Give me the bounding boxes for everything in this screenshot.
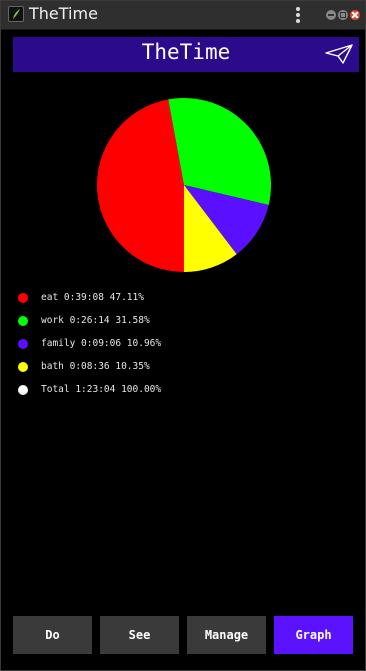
close-button[interactable] (350, 10, 360, 20)
window-title: TheTime (29, 4, 98, 23)
more-options-icon[interactable] (294, 6, 302, 24)
legend-color-dot (18, 385, 28, 395)
legend-color-dot (18, 293, 28, 303)
legend-label: bath 0:08:36 10.35% (41, 361, 150, 372)
title-bar: TheTime (1, 1, 365, 30)
pie-chart (96, 98, 271, 273)
app-window: TheTime TheTime eat 0:39:08 47.11% work 0… (0, 0, 366, 671)
app-icon (8, 6, 24, 22)
nav-button-see[interactable]: See (100, 616, 179, 654)
nav-button-manage[interactable]: Manage (187, 616, 266, 654)
nav-button-do[interactable]: Do (13, 616, 92, 654)
legend-label: eat 0:39:08 47.11% (41, 292, 144, 303)
legend-color-dot (18, 362, 28, 372)
app-header: TheTime (13, 37, 359, 72)
maximize-button[interactable] (338, 10, 348, 20)
send-icon[interactable] (325, 44, 353, 64)
legend-label: work 0:26:14 31.58% (41, 315, 150, 326)
legend-label: Total 1:23:04 100.00% (41, 384, 162, 395)
minimize-button[interactable] (326, 10, 336, 20)
pie-slice-eat (96, 99, 184, 273)
legend-color-dot (18, 316, 28, 326)
legend-color-dot (18, 339, 28, 349)
page-title: TheTime (141, 40, 231, 64)
nav-button-graph[interactable]: Graph (274, 616, 353, 654)
legend-label: family 0:09:06 10.96% (41, 338, 162, 349)
